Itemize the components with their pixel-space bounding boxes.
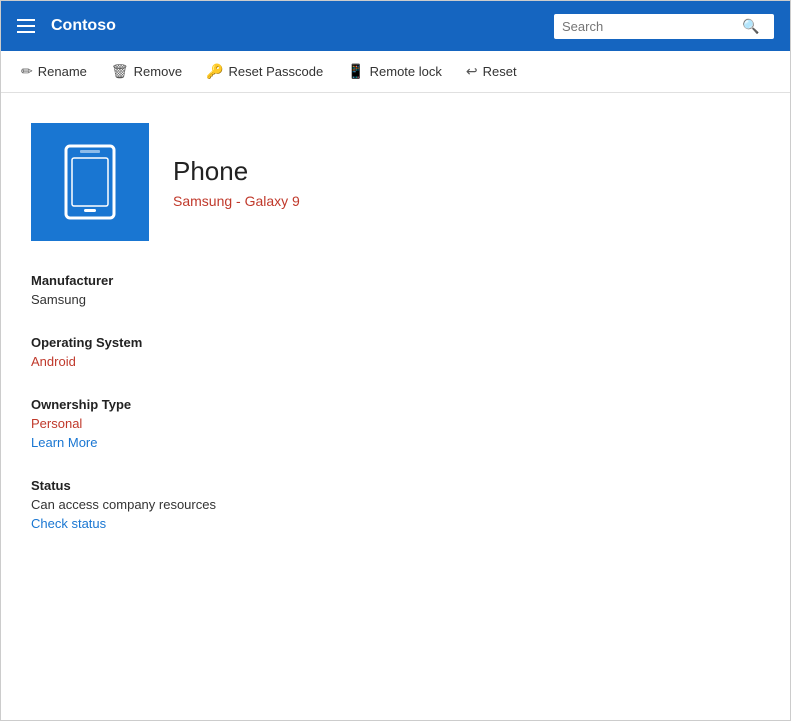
reset-passcode-icon: 🔑 xyxy=(206,63,223,80)
device-model[interactable]: Samsung - Galaxy 9 xyxy=(173,193,300,209)
status-label: Status xyxy=(31,478,760,493)
header: Contoso 🔍 xyxy=(1,1,790,51)
app-window: Contoso 🔍 ✏ Rename 🗑 Remove 🔑 Reset Pass… xyxy=(0,0,791,721)
device-header: Phone Samsung - Galaxy 9 xyxy=(31,123,760,241)
remote-lock-button[interactable]: 📱 Remote lock xyxy=(347,63,442,80)
reset-button[interactable]: ↩ Reset xyxy=(466,63,517,80)
os-label: Operating System xyxy=(31,335,760,350)
manufacturer-section: Manufacturer Samsung xyxy=(31,273,760,307)
manufacturer-value: Samsung xyxy=(31,292,760,307)
learn-more-link[interactable]: Learn More xyxy=(31,435,760,450)
reset-label: Reset xyxy=(483,64,517,79)
status-value: Can access company resources xyxy=(31,497,760,512)
search-box: 🔍 xyxy=(554,14,774,39)
search-input[interactable] xyxy=(562,19,742,34)
content-area: Phone Samsung - Galaxy 9 Manufacturer Sa… xyxy=(1,93,790,720)
check-status-link[interactable]: Check status xyxy=(31,516,760,531)
rename-button[interactable]: ✏ Rename xyxy=(21,63,87,80)
ownership-section: Ownership Type Personal Learn More xyxy=(31,397,760,450)
toolbar: ✏ Rename 🗑 Remove 🔑 Reset Passcode 📱 Rem… xyxy=(1,51,790,93)
device-name: Phone xyxy=(173,156,300,187)
reset-icon: ↩ xyxy=(466,63,478,80)
brand-title: Contoso xyxy=(51,17,554,35)
search-icon[interactable]: 🔍 xyxy=(742,18,759,35)
remove-icon: 🗑 xyxy=(111,63,129,80)
status-section: Status Can access company resources Chec… xyxy=(31,478,760,531)
rename-label: Rename xyxy=(38,64,87,79)
remove-label: Remove xyxy=(134,64,182,79)
reset-passcode-label: Reset Passcode xyxy=(229,64,324,79)
manufacturer-label: Manufacturer xyxy=(31,273,760,288)
remote-lock-label: Remote lock xyxy=(370,64,442,79)
remove-button[interactable]: 🗑 Remove xyxy=(111,63,182,80)
rename-icon: ✏ xyxy=(21,63,33,80)
ownership-label: Ownership Type xyxy=(31,397,760,412)
remote-lock-icon: 📱 xyxy=(347,63,364,80)
device-icon-box xyxy=(31,123,149,241)
ownership-value: Personal xyxy=(31,416,760,431)
device-info: Phone Samsung - Galaxy 9 xyxy=(173,156,300,209)
os-value[interactable]: Android xyxy=(31,354,760,369)
reset-passcode-button[interactable]: 🔑 Reset Passcode xyxy=(206,63,323,80)
phone-icon xyxy=(62,144,118,220)
hamburger-menu[interactable] xyxy=(17,19,35,33)
os-section: Operating System Android xyxy=(31,335,760,369)
